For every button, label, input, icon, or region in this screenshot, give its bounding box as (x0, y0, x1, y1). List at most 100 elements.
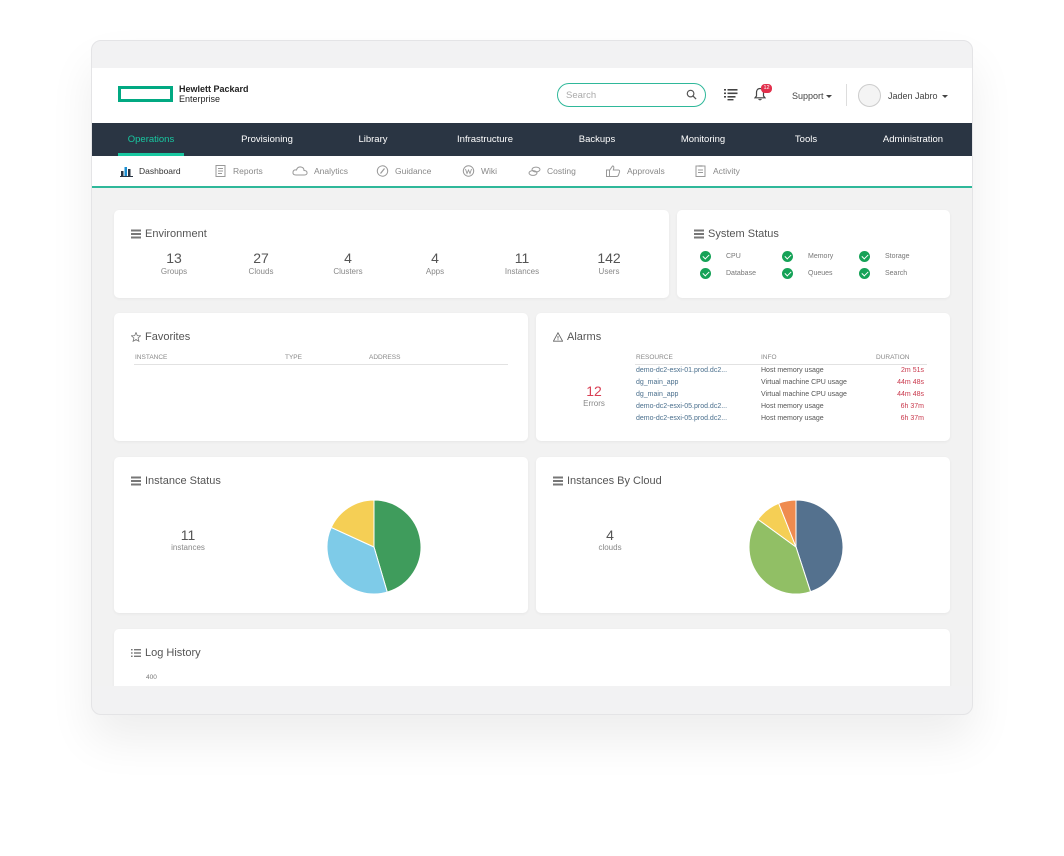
instances-by-cloud-pie-chart[interactable] (746, 497, 846, 597)
hpe-logo-icon (118, 86, 173, 102)
stat-label: Users (598, 267, 620, 276)
instance-count: 11 instances (162, 527, 214, 552)
stat-value: 142 (597, 250, 621, 266)
stat-label: Instances (504, 267, 540, 276)
status-search: Search (885, 270, 908, 277)
nav-administration[interactable]: Administration (876, 123, 950, 156)
nav-library[interactable]: Library (348, 123, 398, 156)
logo-line-1: Hewlett Packard (179, 84, 249, 94)
wiki-icon (462, 165, 475, 177)
system-status-title: System Status (708, 228, 779, 240)
subnav-activity[interactable]: Activity (694, 156, 740, 186)
stat-users[interactable]: 142 Users (574, 250, 644, 276)
stat-label: Apps (425, 267, 445, 276)
list-icon[interactable] (724, 88, 738, 101)
support-label: Support (792, 91, 824, 101)
favorites-card: Favorites INSTANCE TYPE ADDRESS (114, 313, 528, 441)
stat-instances[interactable]: 11 Instances (487, 250, 557, 276)
server-icon (131, 476, 141, 486)
stat-value: 4 (431, 250, 439, 266)
column-header-duration[interactable]: DURATION (876, 354, 909, 361)
user-name: Jaden Jabro (888, 91, 938, 101)
subnav-label: Reports (233, 166, 263, 176)
alarm-resource-link[interactable]: demo-dc2-esxi-05.prod.dc2... (636, 415, 727, 422)
subnav-label: Dashboard (139, 166, 181, 176)
bar-chart-icon (120, 167, 133, 177)
subnav-analytics[interactable]: Analytics (292, 156, 348, 186)
cloud-icon (292, 166, 308, 176)
stat-value: 27 (253, 250, 269, 266)
alarm-resource-link[interactable]: dg_main_app (636, 391, 678, 398)
column-header-address[interactable]: ADDRESS (369, 354, 400, 361)
subnav-approvals[interactable]: Approvals (606, 156, 665, 186)
instances-by-cloud-title: Instances By Cloud (567, 475, 662, 487)
alarm-resource-link[interactable]: demo-dc2-esxi-01.prod.dc2... (636, 367, 727, 374)
nav-infrastructure[interactable]: Infrastructure (450, 123, 520, 156)
subnav-wiki[interactable]: Wiki (462, 156, 497, 186)
compass-icon (376, 165, 389, 177)
coins-icon (528, 166, 541, 176)
search-input[interactable] (566, 88, 676, 102)
log-history-title: Log History (145, 647, 201, 659)
header-divider (635, 364, 927, 365)
subnav-label: Analytics (314, 166, 349, 176)
subnav-guidance[interactable]: Guidance (376, 156, 431, 186)
subnav-costing[interactable]: Costing (528, 156, 576, 186)
alarms-card: Alarms 12 Errors RESOURCE INFO DURATION … (536, 313, 950, 441)
check-circle-icon (782, 251, 793, 262)
alarm-count-value: 12 (586, 383, 602, 399)
status-cpu: CPU (726, 253, 741, 260)
column-header-info[interactable]: INFO (761, 354, 777, 361)
user-menu[interactable]: Jaden Jabro (888, 91, 949, 101)
stat-groups[interactable]: 13 Groups (139, 250, 209, 276)
support-menu[interactable]: Support (792, 91, 832, 101)
nav-operations[interactable]: Operations (118, 123, 184, 156)
alarm-duration: 6h 37m (900, 403, 924, 410)
server-icon (553, 476, 563, 486)
browser-frame: Hewlett Packard Enterprise 12 (91, 40, 973, 715)
card-title: Instances By Cloud (553, 475, 662, 487)
clipboard-icon (695, 165, 706, 177)
stat-value: 4 (344, 250, 352, 266)
alarms-title: Alarms (567, 331, 602, 343)
card-title: Alarms (553, 331, 601, 343)
search-icon[interactable] (686, 89, 697, 100)
alarm-count[interactable]: 12 Errors (574, 383, 614, 408)
subnav-reports[interactable]: Reports (214, 156, 263, 186)
stat-clouds[interactable]: 27 Clouds (226, 250, 296, 276)
alarm-resource-link[interactable]: demo-dc2-esxi-05.prod.dc2... (636, 403, 727, 410)
avatar[interactable] (858, 84, 881, 107)
document-icon (215, 165, 226, 177)
status-storage: Storage (885, 253, 910, 260)
environment-card: Environment 13 Groups 27 Clouds 4 Clusters … (114, 210, 669, 298)
column-header-resource[interactable]: RESOURCE (636, 354, 673, 361)
y-axis-tick: 400 (146, 674, 157, 681)
card-title: System Status (694, 228, 779, 240)
stat-label: Clouds (248, 267, 274, 276)
instance-status-pie-chart[interactable] (324, 497, 424, 597)
nav-monitoring[interactable]: Monitoring (672, 123, 734, 156)
nav-tools[interactable]: Tools (786, 123, 826, 156)
column-header-instance[interactable]: INSTANCE (135, 354, 167, 361)
check-circle-icon (700, 251, 711, 262)
alarm-resource-link[interactable]: dg_main_app (636, 379, 678, 386)
nav-backups[interactable]: Backups (570, 123, 624, 156)
card-title: Instance Status (131, 475, 221, 487)
app-window: Hewlett Packard Enterprise 12 (92, 68, 972, 686)
stat-value: 13 (166, 250, 182, 266)
cloud-count-value: 4 (606, 527, 614, 543)
stat-apps[interactable]: 4 Apps (400, 250, 470, 276)
column-header-type[interactable]: TYPE (285, 354, 302, 361)
server-icon (131, 229, 141, 239)
alarm-duration: 44m 48s (897, 391, 924, 398)
chevron-down-icon (825, 95, 832, 99)
check-circle-icon (859, 251, 870, 262)
logo-text: Hewlett Packard Enterprise (179, 84, 249, 104)
subnav-dashboard[interactable]: Dashboard (120, 156, 181, 186)
chevron-down-icon (942, 95, 949, 99)
system-status-card: System Status CPU Memory Storage Databas… (677, 210, 950, 298)
notification-badge: 12 (761, 84, 772, 93)
stat-clusters[interactable]: 4 Clusters (313, 250, 383, 276)
nav-provisioning[interactable]: Provisioning (232, 123, 302, 156)
sub-nav: Dashboard Reports Analytics Guidance Wik… (92, 156, 972, 188)
